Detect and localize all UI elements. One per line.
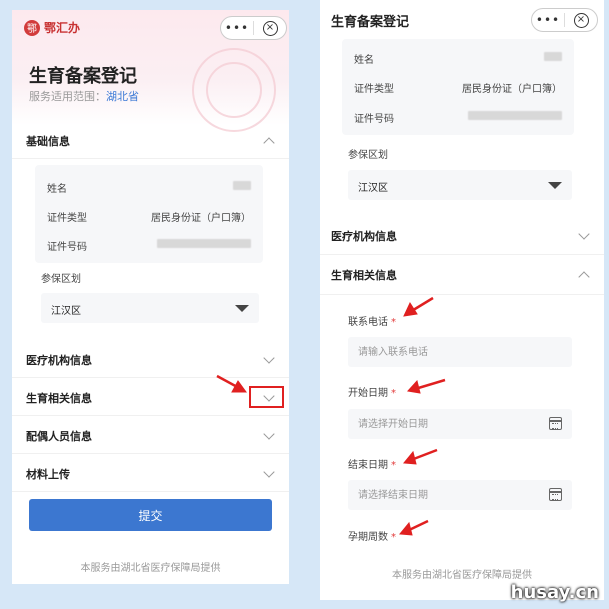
arrow-icon <box>399 519 429 536</box>
site-watermark: husay.cn <box>510 582 599 603</box>
arrow-icon <box>403 296 434 317</box>
arrow-icon <box>407 378 446 394</box>
arrow-icon <box>216 374 247 393</box>
annotation-arrows <box>216 296 446 536</box>
arrow-icon <box>403 448 438 465</box>
